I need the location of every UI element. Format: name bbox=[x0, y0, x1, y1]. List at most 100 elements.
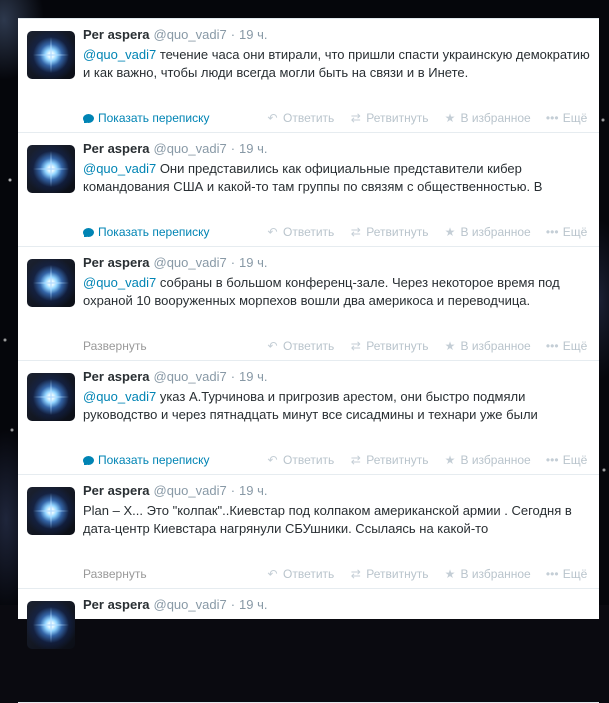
favorite-label: В избранное bbox=[460, 453, 531, 467]
favorite-button[interactable]: ★ В избранное bbox=[443, 337, 531, 355]
favorite-button[interactable]: ★ В избранное bbox=[443, 451, 531, 469]
show-conversation-link[interactable]: Показать переписку bbox=[83, 223, 209, 241]
expand-link[interactable]: Развернуть bbox=[83, 337, 147, 355]
speech-bubble-icon bbox=[83, 456, 94, 465]
reply-label: Ответить bbox=[283, 111, 335, 125]
retweet-icon: ⇄ bbox=[350, 339, 361, 353]
favorite-button[interactable]: ★ В избранное bbox=[443, 109, 531, 127]
reply-icon: ↶ bbox=[267, 339, 278, 353]
tweet-header: Per aspera @quo_vadi7 · 19 ч. bbox=[83, 141, 268, 157]
tweet-actions: ↶ Ответить ⇄ Ретвитнуть ★ В избранное ••• Ещё bbox=[265, 109, 601, 127]
tweet-item[interactable]: Per aspera @quo_vadi7 · 19 ч. @quo_vadi7 ука… bbox=[18, 361, 599, 475]
reply-icon: ↶ bbox=[267, 225, 278, 239]
reply-label: Ответить bbox=[283, 225, 335, 239]
favorite-button[interactable]: ★ В избранное bbox=[443, 565, 531, 583]
more-label: Ещё bbox=[562, 111, 588, 125]
user-name[interactable]: Per aspera bbox=[83, 255, 150, 270]
more-label: Ещё bbox=[562, 225, 588, 239]
tweet-body: Plan – X... Это "колпак"..Киевстар под к… bbox=[83, 503, 572, 536]
separator-dot: · bbox=[230, 483, 236, 498]
separator-dot: · bbox=[230, 369, 236, 384]
more-button[interactable]: ••• Ещё bbox=[545, 565, 588, 583]
tweet-text: @quo_vadi7 указ А.Турчинова и пригрозив … bbox=[83, 388, 593, 448]
tweet-footer: Развернуть ↶ Ответить ⇄ Ретвитнуть ★ В избранн… bbox=[83, 565, 595, 583]
user-handle[interactable]: @quo_vadi7 bbox=[154, 141, 227, 156]
more-button[interactable]: ••• Ещё bbox=[545, 337, 587, 355]
tweet-footer: Показать переписку ↶ Ответить ⇄ Ретвитнуть ★ В… bbox=[83, 223, 595, 241]
user-handle[interactable]: @quo_vadi7 bbox=[154, 369, 227, 384]
user-handle[interactable]: @quo_vadi7 bbox=[154, 483, 227, 498]
tweet-text: @quo_vadi7 течение часа они втирали, что… bbox=[83, 46, 593, 106]
retweet-button[interactable]: ⇄ Ретвитнуть bbox=[348, 337, 429, 355]
user-avatar[interactable] bbox=[27, 145, 75, 193]
expand-link[interactable]: Развернуть bbox=[83, 565, 147, 583]
retweet-button[interactable]: ⇄ Ретвитнуть bbox=[348, 223, 429, 241]
tweet-footer: Развернуть ↶ Ответить ⇄ Ретвитнуть ★ В избранн… bbox=[83, 337, 595, 355]
tweet-item[interactable]: Per aspera @quo_vadi7 · 19 ч. bbox=[18, 589, 599, 703]
tweet-item[interactable]: Per aspera @quo_vadi7 · 19 ч. @quo_vadi7 теч… bbox=[18, 19, 599, 133]
user-avatar[interactable] bbox=[27, 373, 75, 421]
tweet-item[interactable]: Per aspera @quo_vadi7 · 19 ч. @quo_vadi7 Они… bbox=[18, 133, 599, 247]
more-dots-icon: ••• bbox=[545, 111, 559, 125]
tweet-timestamp[interactable]: 19 ч. bbox=[239, 483, 267, 498]
reply-button[interactable]: ↶ Ответить bbox=[265, 451, 334, 469]
user-avatar[interactable] bbox=[27, 601, 75, 649]
favorite-star-icon: ★ bbox=[444, 225, 456, 239]
tweet-item[interactable]: Per aspera @quo_vadi7 · 19 ч. Plan – X... Эт… bbox=[18, 475, 599, 589]
mention-link[interactable]: @quo_vadi7 bbox=[83, 389, 156, 404]
user-avatar[interactable] bbox=[27, 31, 75, 79]
retweet-label: Ретвитнуть bbox=[366, 339, 429, 353]
expand-label: Развернуть bbox=[83, 567, 147, 581]
favorite-button[interactable]: ★ В избранное bbox=[443, 223, 531, 241]
retweet-button[interactable]: ⇄ Ретвитнуть bbox=[348, 565, 429, 583]
tweet-timestamp[interactable]: 19 ч. bbox=[239, 255, 267, 270]
user-name[interactable]: Per aspera bbox=[83, 483, 150, 498]
user-avatar[interactable] bbox=[27, 487, 75, 535]
expand-label: Развернуть bbox=[83, 339, 147, 353]
tweet-actions: ↶ Ответить ⇄ Ретвитнуть ★ В избранное ••• Ещё bbox=[265, 223, 601, 241]
tweet-item[interactable]: Per aspera @quo_vadi7 · 19 ч. @quo_vadi7 соб… bbox=[18, 247, 599, 361]
reply-button[interactable]: ↶ Ответить bbox=[265, 109, 334, 127]
more-button[interactable]: ••• Ещё bbox=[545, 451, 588, 469]
retweet-button[interactable]: ⇄ Ретвитнуть bbox=[348, 451, 429, 469]
expand-label: Показать переписку bbox=[98, 225, 210, 239]
user-avatar[interactable] bbox=[27, 259, 75, 307]
more-button[interactable]: ••• Ещё bbox=[545, 109, 588, 127]
reply-button[interactable]: ↶ Ответить bbox=[265, 337, 334, 355]
favorite-label: В избранное bbox=[460, 111, 531, 125]
more-dots-icon: ••• bbox=[545, 567, 559, 581]
retweet-label: Ретвитнуть bbox=[366, 453, 429, 467]
tweet-timestamp[interactable]: 19 ч. bbox=[239, 27, 267, 42]
tweet-header: Per aspera @quo_vadi7 · 19 ч. bbox=[83, 369, 268, 385]
user-handle[interactable]: @quo_vadi7 bbox=[154, 255, 227, 270]
more-dots-icon: ••• bbox=[545, 453, 559, 467]
tweet-header: Per aspera @quo_vadi7 · 19 ч. bbox=[83, 597, 268, 613]
user-name[interactable]: Per aspera bbox=[83, 27, 150, 42]
retweet-icon: ⇄ bbox=[350, 111, 361, 125]
mention-link[interactable]: @quo_vadi7 bbox=[83, 161, 156, 176]
reply-button[interactable]: ↶ Ответить bbox=[265, 565, 334, 583]
mention-link[interactable]: @quo_vadi7 bbox=[83, 275, 156, 290]
favorite-star-icon: ★ bbox=[444, 111, 456, 125]
show-conversation-link[interactable]: Показать переписку bbox=[83, 451, 209, 469]
retweet-label: Ретвитнуть bbox=[366, 111, 429, 125]
tweet-text: Plan – X... Это "колпак"..Киевстар под к… bbox=[83, 502, 593, 562]
mention-link[interactable]: @quo_vadi7 bbox=[83, 47, 156, 62]
tweet-body: течение часа они втирали, что пришли спа… bbox=[83, 47, 590, 80]
show-conversation-link[interactable]: Показать переписку bbox=[83, 109, 209, 127]
more-button[interactable]: ••• Ещё bbox=[545, 223, 588, 241]
user-handle[interactable]: @quo_vadi7 bbox=[154, 27, 227, 42]
tweet-actions: ↶ Ответить ⇄ Ретвитнуть ★ В избранное ••• Ещё bbox=[265, 337, 601, 355]
tweet-text: @quo_vadi7 собраны в большом конференц-з… bbox=[83, 274, 593, 334]
tweet-footer: Показать переписку ↶ Ответить ⇄ Ретвитнуть ★ В… bbox=[83, 451, 595, 469]
tweet-timestamp[interactable]: 19 ч. bbox=[239, 141, 267, 156]
tweet-timestamp[interactable]: 19 ч. bbox=[239, 369, 267, 384]
reply-label: Ответить bbox=[283, 567, 335, 581]
reply-icon: ↶ bbox=[267, 567, 278, 581]
user-name[interactable]: Per aspera bbox=[83, 141, 150, 156]
more-label: Ещё bbox=[562, 453, 588, 467]
user-name[interactable]: Per aspera bbox=[83, 369, 150, 384]
more-label: Ещё bbox=[562, 567, 588, 581]
retweet-button[interactable]: ⇄ Ретвитнуть bbox=[348, 109, 429, 127]
reply-button[interactable]: ↶ Ответить bbox=[265, 223, 334, 241]
